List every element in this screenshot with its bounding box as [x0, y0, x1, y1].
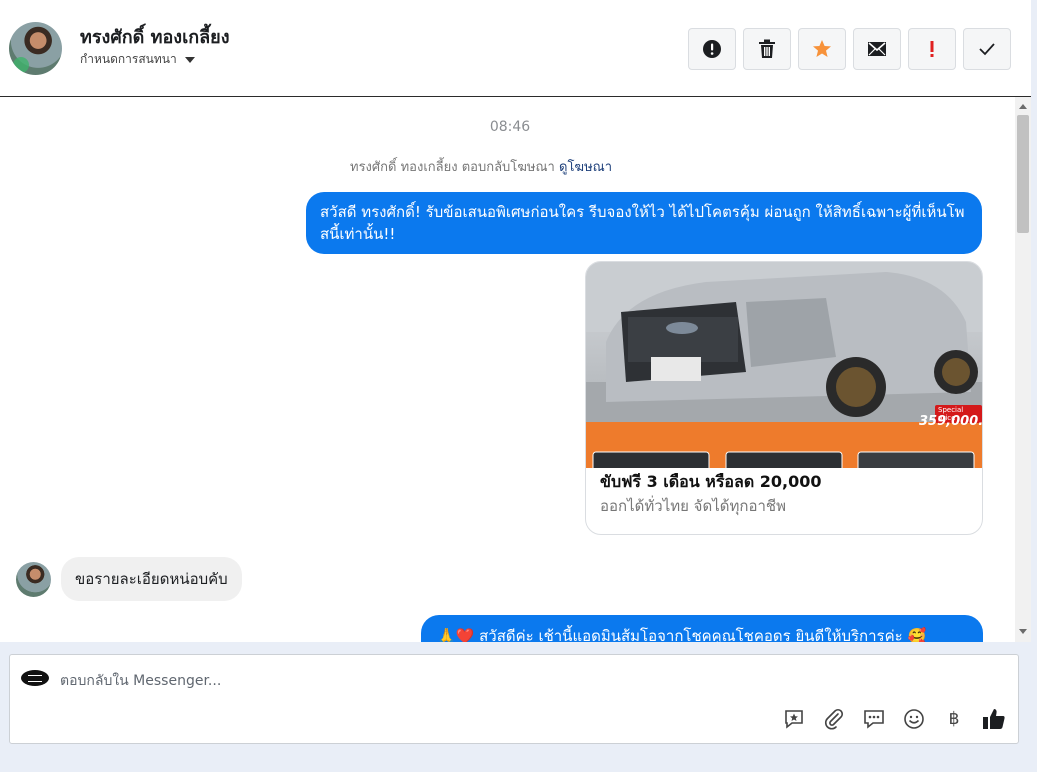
check-icon — [979, 43, 995, 56]
message-timestamp: 08:46 — [489, 119, 531, 135]
scroll-up-arrow-icon[interactable] — [1019, 104, 1027, 109]
contact-avatar-small — [16, 562, 51, 597]
delete-button[interactable] — [743, 28, 791, 70]
assign-label: กำหนดการสนทนา — [80, 52, 177, 66]
attachment-icon — [825, 708, 844, 730]
message-thread[interactable]: 08:46 ทรงศักดิ์ ทองเกลี้ยง ตอบกลับโฆษณา … — [0, 97, 1015, 642]
baht-icon: ฿ — [948, 709, 960, 729]
ad-card-title: ขับฟรี 3 เดือน หรือลด 20,000 — [600, 472, 822, 491]
star-icon — [813, 40, 831, 57]
header-actions — [688, 28, 1011, 70]
ad-reply-text: ทรงศักดิ์ ทองเกลี้ยง ตอบกลับโฆษณา — [350, 160, 555, 175]
ad-card-subtitle: ออกได้ทั่วไทย จัดได้ทุกอาชีพ — [600, 497, 786, 515]
follow-up-button[interactable] — [908, 28, 956, 70]
star-button[interactable] — [798, 28, 846, 70]
alert-circle-icon — [703, 40, 721, 58]
emoji-icon — [904, 709, 924, 729]
page-logo-icon — [21, 670, 49, 686]
mark-unread-button[interactable] — [853, 28, 901, 70]
composer-tools: ฿ — [782, 707, 1006, 731]
caret-down-icon — [184, 56, 195, 63]
ad-card[interactable]: Special price 359,000.- ขับฟรี 3 เดือน ห… — [585, 261, 983, 535]
saved-reply-button[interactable] — [782, 707, 806, 731]
reply-input[interactable] — [58, 665, 962, 697]
outgoing-message: 🙏❤️ สวัสดีค่ะ เช้านี้แอดมินส้มโอจากโชคคู… — [421, 615, 983, 642]
trash-icon — [759, 39, 775, 58]
contact-avatar[interactable] — [9, 22, 62, 75]
envelope-icon — [868, 42, 886, 56]
spam-button[interactable] — [688, 28, 736, 70]
view-ad-link[interactable]: ดูโฆษณา — [559, 160, 612, 175]
exclamation-icon — [930, 41, 934, 57]
incoming-message: ขอรายละเอียดหน่อบคับ — [61, 557, 242, 601]
contact-name[interactable]: ทรงศักดิ์ ทองเกลี้ยง — [80, 22, 229, 51]
attach-file-button[interactable] — [822, 707, 846, 731]
scroll-down-arrow-icon[interactable] — [1019, 629, 1027, 634]
outgoing-message: สวัสดี ทรงศักดิ์! รับข้อเสนอพิเศษก่อนใคร… — [306, 192, 982, 254]
saved-reply-icon — [785, 710, 803, 729]
thumbs-up-icon — [983, 709, 1005, 729]
quick-reply-button[interactable] — [862, 707, 886, 731]
chat-bubble-icon — [864, 710, 884, 729]
ad-reply-notice: ทรงศักดิ์ ทองเกลี้ยง ตอบกลับโฆษณา ดูโฆษณ… — [350, 156, 612, 177]
conversation-header: ทรงศักดิ์ ทองเกลี้ยง กำหนดการสนทนา — [0, 0, 1031, 97]
truck-ad-image: Special price 359,000.- — [586, 262, 982, 468]
assign-conversation-dropdown[interactable]: กำหนดการสนทนา — [80, 50, 195, 69]
scroll-thumb[interactable] — [1017, 115, 1029, 233]
done-button[interactable] — [963, 28, 1011, 70]
thread-scrollbar[interactable] — [1015, 97, 1031, 642]
price-text: 359,000.- — [919, 414, 982, 429]
reply-composer: ฿ — [9, 654, 1019, 744]
like-button[interactable] — [982, 707, 1006, 731]
window-edge — [1031, 0, 1037, 772]
payment-button[interactable]: ฿ — [942, 707, 966, 731]
emoji-button[interactable] — [902, 707, 926, 731]
